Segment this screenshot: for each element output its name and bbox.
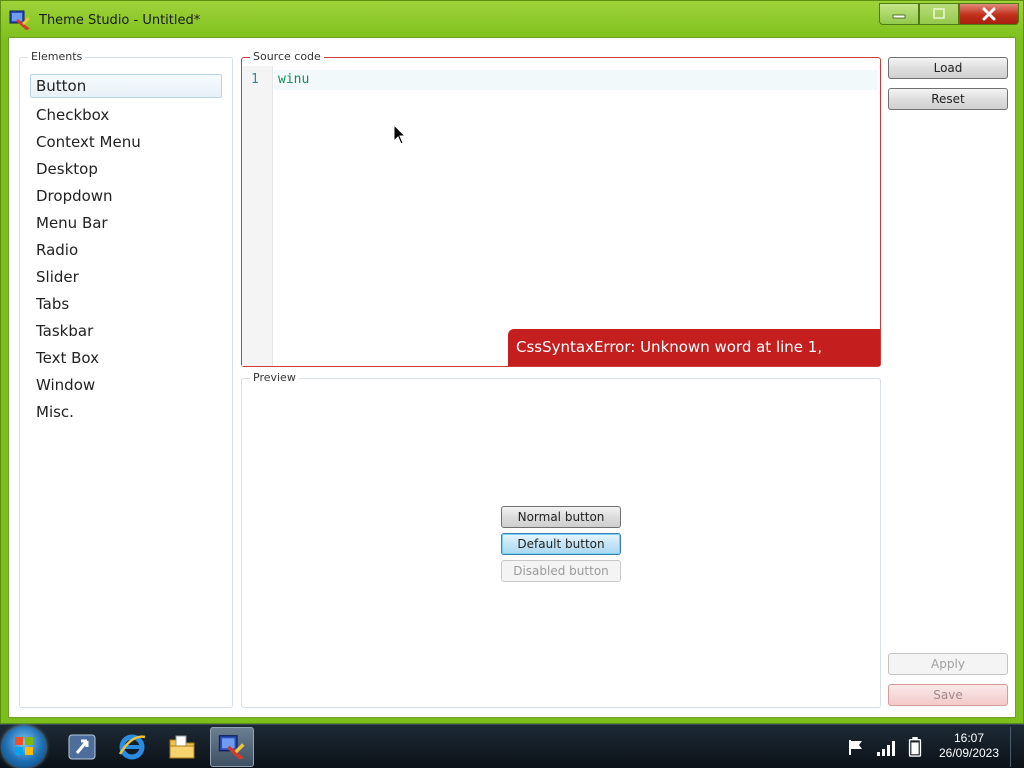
app-window: Theme Studio - Untitled* Elements Button… [0,0,1024,724]
maximize-button[interactable] [919,3,959,25]
taskbar: 16:07 26/09/2023 [0,724,1024,768]
error-banner: CssSyntaxError: Unknown word at line 1, … [508,329,880,393]
code-editor[interactable]: 1 winu CssSyntaxError: Unknown word at l… [242,66,880,393]
action-center-flag-icon[interactable] [846,737,866,757]
title-bar[interactable]: Theme Studio - Untitled* [1,1,1023,37]
load-button[interactable]: Load [888,57,1008,79]
start-button[interactable] [2,726,46,768]
source-code-group-label: Source code [250,50,324,63]
taskbar-internet-explorer[interactable] [110,727,154,767]
mouse-cursor-icon [393,124,407,145]
element-item-text-box[interactable]: Text Box [30,344,222,371]
element-item-radio[interactable]: Radio [30,236,222,263]
folder-icon [169,735,195,759]
theme-studio-app-icon [9,10,30,30]
taskbar-file-explorer[interactable] [160,727,204,767]
preview-group: Preview Normal button Default button Dis… [241,371,881,708]
clock-time: 16:07 [953,731,985,745]
element-item-button[interactable]: Button [30,74,222,98]
preview-disabled-button: Disabled button [501,560,621,582]
preview-normal-button[interactable]: Normal button [501,506,621,528]
battery-icon[interactable] [908,737,922,757]
elements-group: Elements Button Checkbox Context Menu De… [19,50,233,708]
minimize-icon [892,14,906,19]
line-number: 1 [251,72,259,87]
current-line-highlight [274,70,878,90]
element-item-slider[interactable]: Slider [30,263,222,290]
shortcut-icon [68,734,96,760]
line-number-gutter: 1 [242,66,273,366]
save-button: Save [888,684,1008,706]
element-item-tabs[interactable]: Tabs [30,290,222,317]
clock-date: 26/09/2023 [938,746,1000,760]
elements-list: Button Checkbox Context Menu Desktop Dro… [30,74,222,425]
show-desktop-button[interactable] [1010,727,1022,767]
element-item-taskbar[interactable]: Taskbar [30,317,222,344]
preview-group-label: Preview [250,371,299,384]
code-line[interactable]: winu [278,72,309,87]
taskbar-theme-studio[interactable] [210,727,254,767]
window-title: Theme Studio - Untitled* [39,13,201,28]
network-signal-icon[interactable] [876,737,898,757]
apply-button: Apply [888,653,1008,675]
element-item-menu-bar[interactable]: Menu Bar [30,209,222,236]
element-item-desktop[interactable]: Desktop [30,155,222,182]
element-item-checkbox[interactable]: Checkbox [30,101,222,128]
system-clock[interactable]: 16:07 26/09/2023 [930,731,1008,761]
source-code-group: Source code 1 winu CssSyntaxError: Unkno… [241,50,881,393]
preview-default-button[interactable]: Default button [501,533,621,555]
client-area: Elements Button Checkbox Context Menu De… [8,37,1016,718]
element-item-context-menu[interactable]: Context Menu [30,128,222,155]
minimize-button[interactable] [879,3,919,25]
reset-button[interactable]: Reset [888,88,1008,110]
maximize-icon [933,8,945,19]
taskbar-shortcut-app[interactable] [60,727,104,767]
close-icon [982,7,996,21]
windows-logo-icon [15,737,33,755]
element-item-misc[interactable]: Misc. [30,398,222,425]
element-item-window[interactable]: Window [30,371,222,398]
elements-group-label: Elements [28,50,86,63]
internet-explorer-icon [118,734,146,760]
theme-studio-icon [218,735,245,760]
close-button[interactable] [959,3,1019,25]
element-item-dropdown[interactable]: Dropdown [30,182,222,209]
